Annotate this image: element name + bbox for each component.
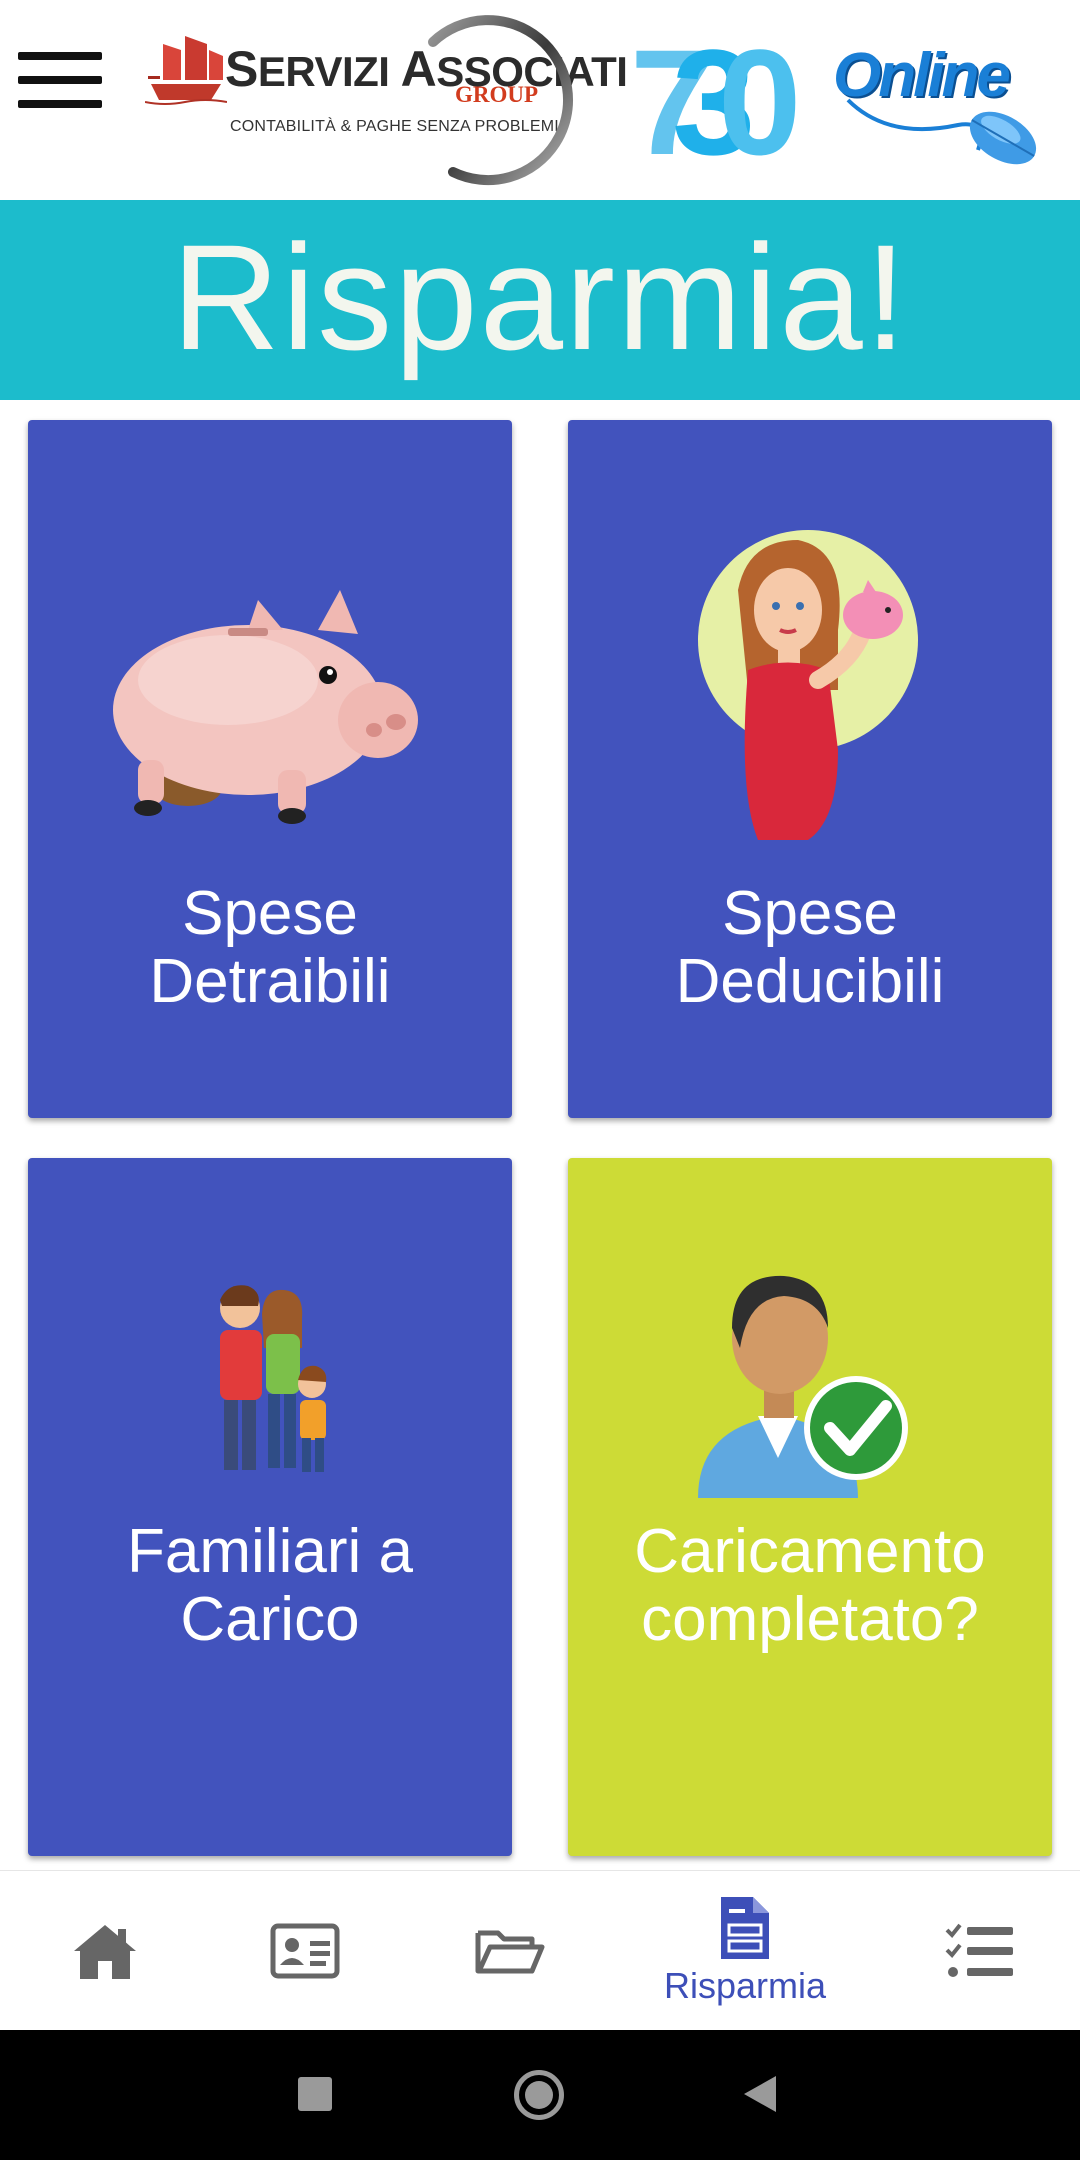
nav-home[interactable] [40, 1871, 170, 2031]
woman-piggy-bank-icon [698, 530, 918, 840]
tile-spese-deducibili[interactable]: Spese Deducibili [568, 420, 1052, 1118]
svg-text:0: 0 [718, 18, 800, 174]
tile-familiari-a-carico[interactable]: Familiari a Carico [28, 1158, 512, 1856]
home-circle-icon[interactable] [514, 2070, 564, 2120]
tile-label-spese-deducibili: Spese Deducibili [675, 879, 945, 1016]
730-logo: 7 3 0 [630, 18, 800, 174]
online-logo: Online [828, 30, 1058, 180]
brand-ring-icon [428, 15, 574, 186]
mouse-icon [846, 98, 1037, 165]
tile-spese-detraibili[interactable]: Spese Detraibili [28, 420, 512, 1118]
servizi-associati-logo: SERVIZI ASSOCIATI GROUP CONTABILITÀ & PA… [145, 0, 628, 200]
id-card-icon [270, 1923, 340, 1979]
app-header: SERVIZI ASSOCIATI GROUP CONTABILITÀ & PA… [0, 0, 1080, 200]
ship-logo-icon [145, 36, 227, 105]
back-icon[interactable] [742, 2074, 778, 2114]
menu-icon[interactable] [18, 52, 102, 108]
nav-label-risparmia: Risparmia [663, 1965, 827, 2006]
home-icon [74, 1925, 136, 1979]
folder-open-icon [475, 1930, 545, 1974]
android-navigation-bar [0, 2030, 1080, 2160]
tile-label-familiari-a-carico: Familiari a Carico [127, 1517, 413, 1654]
banner-title: Risparmia! [171, 213, 909, 381]
tile-label-spese-detraibili: Spese Detraibili [149, 879, 391, 1016]
piggy-bank-icon [113, 590, 418, 824]
tile-caricamento-completato[interactable]: Caricamento completato? [568, 1158, 1052, 1856]
nav-profile[interactable] [240, 1871, 370, 2031]
nav-documents[interactable] [445, 1871, 575, 2031]
document-icon [721, 1897, 769, 1959]
bottom-navigation: Risparmia [0, 1870, 1080, 2030]
family-icon [220, 1285, 327, 1472]
nav-checklist[interactable] [915, 1871, 1045, 2031]
checklist-icon [945, 1923, 1013, 1977]
nav-risparmia[interactable]: Risparmia [640, 1871, 850, 2031]
recents-icon[interactable] [298, 2077, 332, 2111]
tile-label-caricamento-completato: Caricamento completato? [634, 1517, 986, 1654]
risparmia-banner: Risparmia! [0, 200, 1080, 400]
user-checkmark-icon [698, 1275, 908, 1498]
